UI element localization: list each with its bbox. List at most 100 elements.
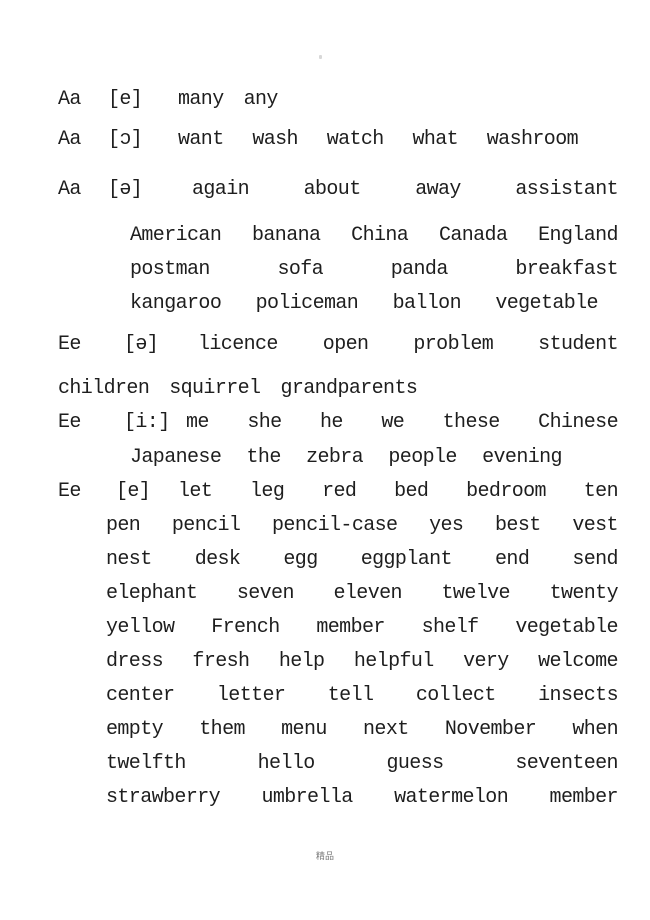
word: collect [415, 684, 496, 707]
word-line: center letter tell collect insects [106, 684, 619, 708]
word-line: twelfth hello guess seventeen [106, 752, 619, 776]
word: England [538, 224, 618, 247]
word-line: pen pencil pencil-case yes best vest [106, 514, 619, 538]
word: the [246, 446, 282, 469]
section-ee-long-i: Ee [i:] me she he we these Chinese [58, 411, 619, 435]
word: help [278, 650, 325, 673]
word: grandparents [280, 377, 418, 400]
word: end [495, 548, 530, 571]
document-page: Aa [e] many any Aa [ɔ] want wash watch w… [0, 0, 650, 920]
word: student [538, 333, 618, 356]
word: he [320, 411, 343, 434]
word: Chinese [538, 411, 618, 434]
letter-label: Aa [58, 88, 81, 111]
phonetic-symbol: [e] [108, 88, 143, 111]
word: fresh [192, 650, 250, 673]
word-line: kangaroo policeman ballon vegetable [130, 292, 599, 316]
word: welcome [538, 650, 618, 673]
word-line: American banana China Canada England [130, 224, 619, 248]
section-aa-open-o: Aa [ɔ] want wash watch what washroom [58, 128, 579, 152]
word: she [247, 411, 282, 434]
word: seventeen [515, 752, 618, 775]
word: watermelon [394, 786, 509, 809]
word: vegetable [515, 616, 618, 639]
word: empty [106, 718, 164, 741]
phonetic-symbol: [ə] [124, 333, 159, 356]
word: Japanese [130, 446, 222, 469]
word-line: postman sofa panda breakfast [130, 258, 619, 282]
word-line: elephant seven eleven twelve twenty [106, 582, 619, 606]
word: desk [194, 548, 241, 571]
word: ten [583, 480, 619, 503]
word: insects [538, 684, 618, 707]
word: French [211, 616, 280, 639]
section-aa-e: Aa [e] many any [58, 88, 278, 112]
word: me [186, 411, 209, 434]
word: egg [283, 548, 318, 571]
word: want [178, 128, 224, 151]
word: yes [429, 514, 464, 537]
word: squirrel [169, 377, 261, 400]
word: eggplant [360, 548, 453, 571]
word: bedroom [466, 480, 546, 503]
word: vest [572, 514, 618, 537]
letter-label: Ee [58, 411, 81, 434]
word: let [178, 480, 213, 503]
word: what [412, 128, 459, 151]
phonetic-symbol: [ə] [108, 178, 143, 201]
word: best [495, 514, 541, 537]
word: problem [413, 333, 494, 356]
word-line: nest desk egg eggplant end send [106, 548, 619, 572]
word: licence [198, 333, 278, 356]
word: guess [386, 752, 445, 775]
word: about [303, 178, 362, 201]
word: strawberry [106, 786, 221, 809]
word: dress [106, 650, 164, 673]
word: evening [482, 446, 562, 469]
word: open [322, 333, 369, 356]
word: panda [390, 258, 449, 281]
word: these [442, 411, 501, 434]
word: breakfast [515, 258, 618, 281]
word: nest [106, 548, 152, 571]
word: twelve [441, 582, 511, 605]
word: twelfth [106, 752, 186, 775]
scan-speck [319, 55, 322, 59]
word: kangaroo [130, 292, 222, 315]
word: pencil-case [272, 514, 398, 537]
word: China [351, 224, 409, 247]
section-ee-schwa: Ee [ə] licence open problem student [58, 333, 619, 357]
section-aa-schwa: Aa [ə] again about away assistant [58, 178, 619, 202]
word: policeman [255, 292, 359, 315]
word: menu [281, 718, 327, 741]
word: elephant [106, 582, 198, 605]
word-line: empty them menu next November when [106, 718, 619, 742]
word-line: Japanese the zebra people evening [130, 446, 563, 470]
word: letter [216, 684, 286, 707]
word: them [199, 718, 245, 741]
word: any [243, 88, 279, 111]
word: sofa [277, 258, 324, 281]
word: watch [326, 128, 385, 151]
word: red [322, 480, 357, 503]
word: helpful [353, 650, 434, 673]
word: vegetable [495, 292, 598, 315]
word: when [572, 718, 618, 741]
word: banana [251, 224, 321, 247]
word: umbrella [261, 786, 353, 809]
word: many [178, 88, 224, 111]
word: member [316, 616, 385, 639]
letter-label: Aa [58, 178, 81, 201]
word: pencil [171, 514, 241, 537]
word: bed [394, 480, 429, 503]
word: member [549, 786, 619, 809]
word: away [415, 178, 461, 201]
word-line: strawberry umbrella watermelon member [106, 786, 619, 810]
word: we [381, 411, 405, 434]
letter-label: Ee [58, 480, 81, 503]
word: eleven [333, 582, 402, 605]
word: postman [130, 258, 210, 281]
phonetic-symbol: [ɔ] [108, 128, 143, 151]
word: leg [250, 480, 285, 503]
phonetic-symbol: [i:] [124, 411, 170, 434]
